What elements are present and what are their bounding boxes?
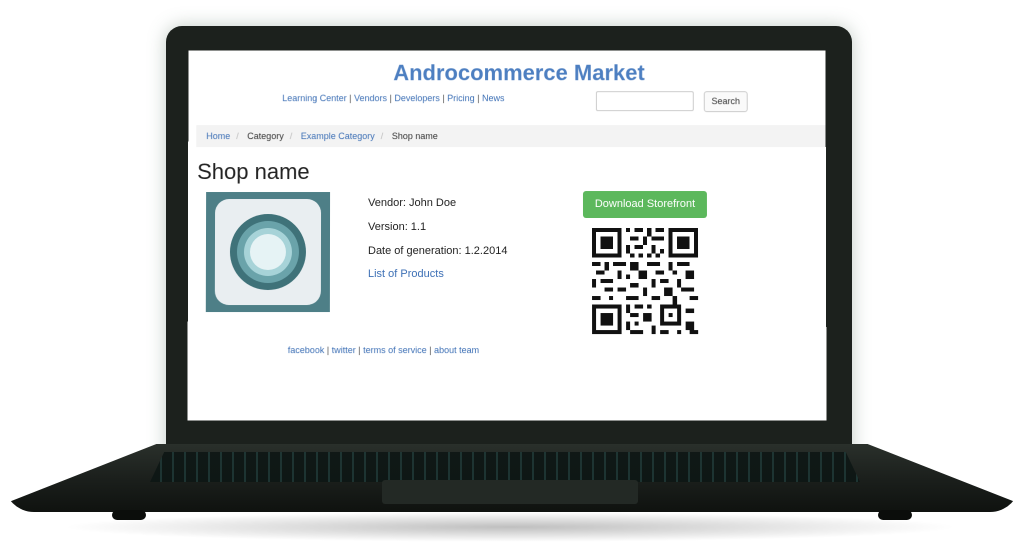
nav-pricing[interactable]: Pricing xyxy=(447,93,474,103)
search-input[interactable] xyxy=(595,91,694,112)
site-title[interactable]: Androcommerce Market xyxy=(188,60,826,86)
laptop-foot-right xyxy=(878,510,912,520)
laptop-keyboard xyxy=(150,452,860,482)
download-storefront-button[interactable]: Download Storefront xyxy=(582,191,707,219)
nav-developers[interactable]: Developers xyxy=(394,93,439,103)
nav-learning-center[interactable]: Learning Center xyxy=(282,93,346,103)
breadcrumb-home[interactable]: Home xyxy=(206,131,230,141)
list-of-products-link[interactable]: List of Products xyxy=(368,268,444,280)
qr-code-icon xyxy=(591,228,699,334)
page-title: Shop name xyxy=(197,159,310,185)
footer-about-team-link[interactable]: about team xyxy=(434,345,479,355)
laptop-screen: Androcommerce Market Learning Center | V… xyxy=(187,50,827,421)
footer-facebook-link[interactable]: facebook xyxy=(288,345,325,355)
vendor-text: Vendor: John Doe xyxy=(368,197,457,210)
nav-vendors[interactable]: Vendors xyxy=(354,93,387,103)
footer-terms-link[interactable]: terms of service xyxy=(363,345,427,355)
search-button[interactable]: Search xyxy=(703,91,748,113)
icon-ring-center xyxy=(249,234,287,271)
breadcrumb: Home / Category / Example Category / Shop n… xyxy=(196,125,826,148)
breadcrumb-category: Category xyxy=(247,131,284,142)
breadcrumb-example-category[interactable]: Example Category xyxy=(301,131,375,141)
footer-links: facebook | twitter | terms of service | … xyxy=(287,345,480,356)
top-navigation: Learning Center | Vendors | Developers |… xyxy=(282,93,505,104)
laptop-shadow xyxy=(60,512,960,542)
nav-news[interactable]: News xyxy=(482,93,504,103)
version-text: Version: 1.1 xyxy=(368,221,427,234)
app-icon-tile xyxy=(214,199,322,306)
breadcrumb-current: Shop name xyxy=(391,131,438,142)
concentric-circles-icon xyxy=(205,192,331,313)
laptop-foot-left xyxy=(112,510,146,520)
generation-date-text: Date of generation: 1.2.2014 xyxy=(367,245,508,258)
laptop-touchpad xyxy=(382,480,638,504)
footer-twitter-link[interactable]: twitter xyxy=(332,345,356,355)
